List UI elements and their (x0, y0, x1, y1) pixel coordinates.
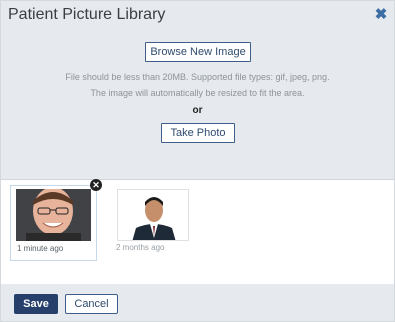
save-button[interactable]: Save (14, 294, 58, 314)
dialog-header: Patient Picture Library ✖ (1, 1, 394, 32)
gallery-item-2[interactable]: 2 months ago (112, 185, 199, 260)
take-photo-button[interactable]: Take Photo (161, 123, 235, 143)
resize-hint: The image will automatically be resized … (90, 88, 305, 98)
upload-area: Browse New Image File should be less tha… (1, 32, 394, 180)
patient-photo-thumbnail[interactable] (16, 189, 91, 241)
close-icon[interactable]: ✖ (374, 7, 388, 23)
dialog-footer: Save Cancel (1, 284, 394, 321)
patient-picture-library-dialog: Patient Picture Library ✖ Browse New Ima… (0, 0, 395, 322)
browse-new-image-button[interactable]: Browse New Image (145, 42, 251, 62)
or-separator: or (192, 105, 203, 116)
picture-gallery: 1 minute ago 2 months ago (1, 181, 394, 284)
patient-photo-thumbnail[interactable] (117, 189, 189, 241)
thumbnail-timestamp: 1 minute ago (17, 244, 64, 253)
cancel-button[interactable]: Cancel (65, 294, 118, 314)
file-size-hint: File should be less than 20MB. Supported… (65, 72, 330, 82)
gallery-item-1[interactable]: 1 minute ago (10, 185, 97, 261)
close-circle-icon[interactable]: ✕ (90, 179, 102, 191)
dialog-title: Patient Picture Library (8, 6, 166, 23)
thumbnail-timestamp: 2 months ago (116, 243, 165, 252)
